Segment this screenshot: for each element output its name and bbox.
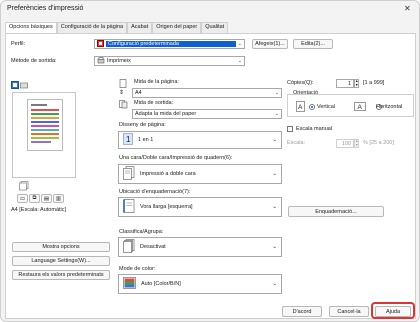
finishing-preview-buttons: ▭ ⧉ ▤ ▥ (17, 194, 64, 203)
cancel-button[interactable]: Cancel·la (329, 306, 369, 317)
preview-page (27, 99, 63, 151)
staple-preview-icon[interactable]: ▤ (41, 194, 52, 203)
page-size-label: Mida de la pàgina: (134, 79, 179, 85)
portrait-icon: A (296, 101, 305, 114)
printer-view-icon[interactable] (20, 81, 28, 90)
collate-select[interactable]: Desactivat ⌄ (118, 237, 282, 257)
landscape-icon: A (354, 102, 366, 113)
show-options-button[interactable]: Mostra opcions (12, 242, 110, 252)
binding-button[interactable]: Enquadernació... (288, 206, 384, 217)
duplex-select[interactable]: Impressió a doble cara ⌄ (118, 164, 282, 184)
chevron-down-icon: ⌄ (272, 137, 277, 143)
chevron-down-icon: ⌄ (272, 204, 277, 210)
edit-profile-button[interactable]: Edita(2)... (293, 39, 333, 49)
portrait-preview-icon[interactable]: ▭ (17, 194, 28, 203)
booklet-preview-icon[interactable]: ▥ (53, 194, 64, 203)
preview-mode-toggle[interactable] (11, 81, 29, 90)
copies-input[interactable]: 1 (336, 79, 354, 88)
collate-off-icon (123, 239, 135, 255)
output-size-select[interactable]: Adapta la mida del paper ⌄ (132, 109, 282, 119)
stack-icon (19, 181, 29, 193)
copies-range: [1 a 999] (363, 80, 385, 86)
duplex-preview-icon[interactable]: ⧉ (29, 194, 40, 203)
copies-spinner[interactable]: ▲ ▼ (354, 79, 359, 88)
output-size-icon (119, 100, 128, 111)
binding-label: Ubicació d'enquadernació(7): (119, 189, 191, 195)
landscape-label: Horitzontal (376, 104, 403, 110)
page-size-select[interactable]: A4 ⌄ (132, 88, 282, 98)
chevron-down-icon: ⌄ (237, 41, 242, 47)
portrait-radio[interactable] (309, 104, 315, 110)
basic-options-panel: Perfil: Configuració predeterminada ⌄ Af… (5, 33, 416, 319)
portrait-label: Vertical (317, 104, 336, 110)
output-size-label: Mida de sortida: (134, 100, 174, 106)
tab-page-setup[interactable]: Configuració de la pàgina (56, 22, 128, 33)
chevron-down-icon: ⌄ (272, 171, 277, 177)
svg-text:A: A (298, 104, 303, 111)
svg-text:1: 1 (126, 135, 131, 144)
scale-input[interactable]: 100 (336, 139, 354, 148)
profile-label: Perfil: (11, 41, 26, 47)
profile-select[interactable]: Configuració predeterminada ⌄ (94, 39, 245, 49)
tab-finishing[interactable]: Acabat (127, 22, 153, 33)
printer-icon (97, 57, 105, 65)
color-mode-icon (123, 277, 136, 291)
chevron-down-icon: ⌄ (274, 111, 279, 117)
chevron-down-icon: ⌄ (274, 90, 279, 96)
color-mode-label: Mode de color: (119, 266, 156, 272)
add-profile-button[interactable]: Afegeix(1)... (252, 39, 288, 49)
page-view-icon[interactable] (11, 81, 19, 90)
chevron-down-icon: ⌄ (272, 281, 277, 287)
copies-label: Còpies(Q): (287, 80, 314, 86)
page-size-arrows-icon: ⇕ (119, 90, 125, 96)
page-layout-select[interactable]: 1 1 en 1 ⌄ (118, 131, 282, 149)
preferences-dialog: Preferències d'impressió ✕ Opcions bàsiq… (0, 0, 420, 322)
tab-bar: Opcions bàsiques Configuració de la pàgi… (5, 22, 229, 34)
output-method-label: Mètode de sortida: (11, 58, 57, 64)
collate-label: Classifica/Agrupa: (119, 229, 164, 235)
manual-scale-checkbox[interactable] (287, 126, 293, 132)
one-page-icon: 1 (123, 133, 133, 147)
profile-icon (97, 40, 104, 48)
color-mode-select[interactable]: Auto [Color/B/N] ⌄ (118, 274, 282, 294)
duplex-icon (123, 166, 135, 182)
page-preview (12, 92, 76, 178)
chevron-down-icon: ⌄ (272, 244, 277, 250)
help-button[interactable]: Ajuda (375, 306, 411, 317)
tab-paper-source[interactable]: Origen del paper (152, 22, 202, 33)
svg-text:A: A (358, 104, 363, 111)
scale-label: Escala: (287, 140, 306, 146)
output-method-select[interactable]: Imprimeix ⌄ (94, 56, 245, 66)
scale-range: % [25 a 200] (363, 140, 394, 146)
chevron-down-icon: ⌄ (237, 58, 242, 64)
binding-select[interactable]: Vora llarga [esquerra] ⌄ (118, 197, 282, 217)
window-title: Preferències d'impressió (7, 5, 84, 12)
language-settings-button[interactable]: Language Settings(W)... (12, 256, 110, 266)
page-layout-label: Disseny de pàgina: (119, 122, 166, 128)
ok-button[interactable]: D'acord (282, 306, 322, 317)
scale-spinner[interactable]: ▲ ▼ (354, 139, 359, 148)
manual-scale-label: Escala manual (296, 126, 333, 132)
preview-caption: A4 [Escala: Automàtic] (11, 207, 67, 213)
long-edge-left-icon (123, 199, 135, 215)
duplex-label: Una cara/Doble cara/Impressió de quadern… (119, 155, 233, 161)
tab-quality[interactable]: Qualitat (201, 22, 229, 33)
restore-defaults-button[interactable]: Restaura els valors predeterminats (12, 270, 110, 280)
close-icon[interactable]: ✕ (404, 4, 411, 13)
